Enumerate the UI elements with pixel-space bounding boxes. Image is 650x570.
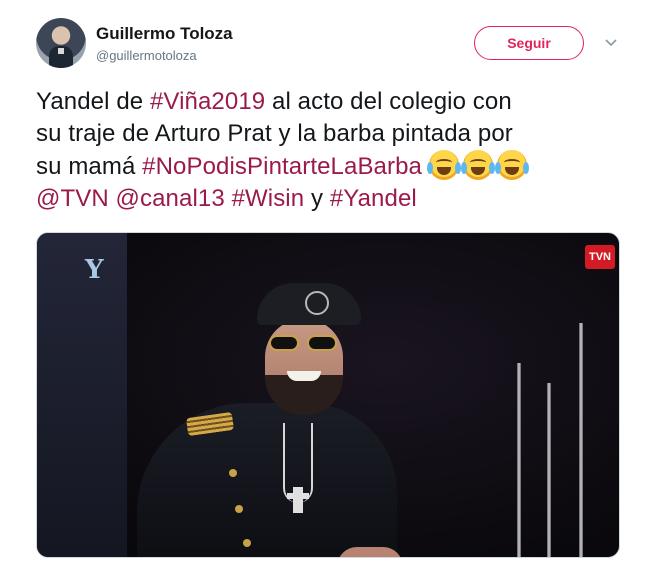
hashtag-link[interactable]: #Wisin: [232, 185, 305, 212]
tweet-text-segment: y: [304, 185, 330, 212]
tweet-header: Guillermo Toloza @guillermotoloza Seguir: [36, 18, 626, 74]
performer-sunglasses: [269, 335, 339, 353]
tweet-line-1: Yandel de #Viña2019 al acto del colegio …: [36, 86, 626, 118]
tweet-media-image[interactable]: Y TVN: [36, 232, 620, 558]
tweet-line-2: su traje de Arturo Prat y la barba pinta…: [36, 120, 513, 147]
avatar-badge: [58, 48, 64, 54]
follow-button[interactable]: Seguir: [474, 26, 584, 60]
face-with-tears-of-joy-icon: [460, 150, 495, 180]
avatar[interactable]: [36, 18, 86, 68]
hashtag-link[interactable]: #Viña2019: [150, 88, 265, 115]
tweet-line-4: @TVN @canal13 #Wisin y #Yandel: [36, 183, 626, 215]
mic-stand: [517, 363, 521, 557]
tweet-text-segment: al acto del colegio con: [265, 88, 512, 115]
performer-jacket: [137, 403, 397, 557]
mic-stand: [579, 323, 583, 557]
tweet-card: Guillermo Toloza @guillermotoloza Seguir…: [0, 0, 650, 570]
hashtag-link[interactable]: #Yandel: [330, 185, 417, 212]
face-with-tears-of-joy-icon: [494, 150, 529, 180]
tweet-text-segment: su mamá: [36, 153, 143, 180]
chevron-down-icon[interactable]: [604, 36, 618, 50]
jacket-button: [229, 469, 237, 477]
cap-logo-icon: [305, 291, 329, 315]
mic-stand: [547, 383, 551, 557]
mention-link[interactable]: @TVN: [36, 185, 109, 212]
jacket-button: [235, 505, 243, 513]
mention-link[interactable]: @canal13: [116, 185, 225, 212]
cross-pendant: [287, 487, 309, 513]
user-names: Guillermo Toloza @guillermotoloza: [96, 24, 233, 65]
performer: [97, 273, 403, 557]
display-name[interactable]: Guillermo Toloza: [96, 24, 233, 44]
user-handle[interactable]: @guillermotoloza: [96, 47, 233, 65]
tweet-text-segment: Yandel de: [36, 88, 150, 115]
performer-smile: [287, 371, 321, 381]
hashtag-link[interactable]: #NoPodisPintarteLaBarba: [142, 153, 422, 180]
face-with-tears-of-joy-icon: [426, 150, 461, 180]
jacket-button: [243, 539, 251, 547]
tvn-channel-logo: TVN: [585, 245, 615, 269]
tweet-text: Yandel de #Viña2019 al acto del colegio …: [36, 86, 626, 215]
tweet-line-3: su mamá #NoPodisPintarteLaBarba: [36, 150, 626, 183]
